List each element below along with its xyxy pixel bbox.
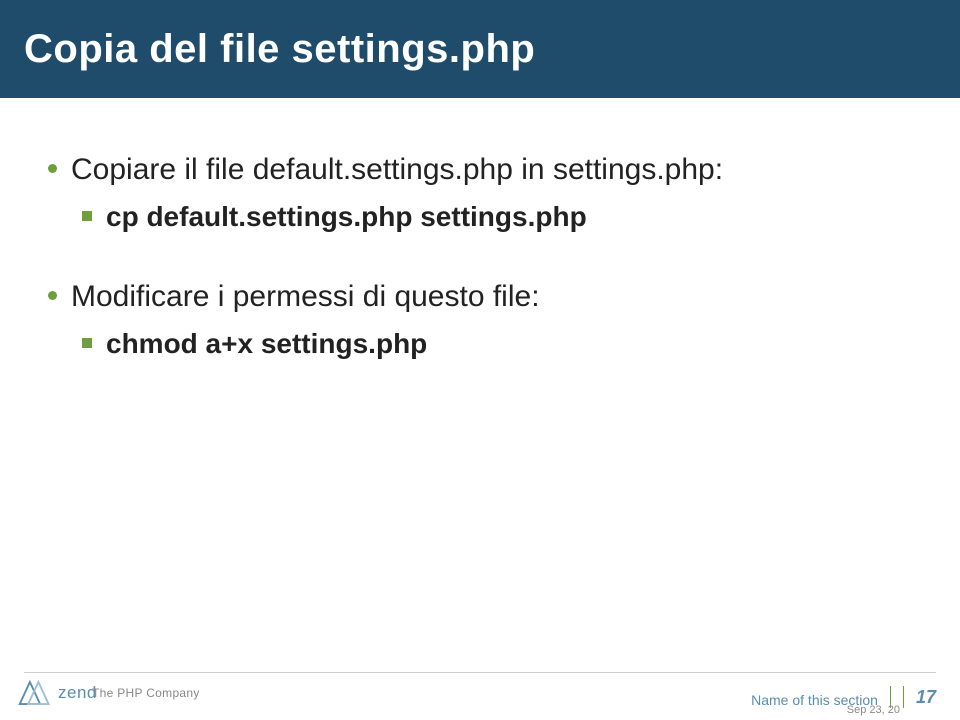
sub-bullet-item: chmod a+x settings.php [82, 326, 900, 362]
footer-divider [903, 686, 904, 708]
sub-bullet-text: chmod a+x settings.php [106, 326, 427, 362]
footer-rule [24, 672, 936, 673]
footer: zend The PHP Company Name of this sectio… [0, 660, 960, 720]
spacer [48, 243, 900, 277]
bullet-text: Modificare i permessi di questo file: [71, 277, 540, 316]
page-number: 17 [916, 687, 936, 708]
footer-date: Sep 23, 20 [847, 704, 900, 716]
bullet-dot-icon [48, 164, 57, 173]
bullet-square-icon [82, 211, 92, 221]
sub-bullet-item: cp default.settings.php settings.php [82, 199, 900, 235]
bullet-dot-icon [48, 291, 57, 300]
content-area: Copiare il file default.settings.php in … [48, 150, 900, 371]
footer-right: Name of this section 17 [751, 686, 936, 708]
sub-bullet-text: cp default.settings.php settings.php [106, 199, 587, 235]
slide: Copia del file settings.php Copiare il f… [0, 0, 960, 720]
slide-title: Copia del file settings.php [24, 27, 535, 72]
brand-logo: zend [18, 678, 97, 708]
title-bar: Copia del file settings.php [0, 0, 960, 98]
bullet-item: Modificare i permessi di questo file: [48, 277, 900, 316]
brand-tagline: The PHP Company [92, 686, 200, 700]
bullet-text: Copiare il file default.settings.php in … [71, 150, 723, 189]
bullet-square-icon [82, 338, 92, 348]
bullet-item: Copiare il file default.settings.php in … [48, 150, 900, 189]
zend-mark-icon [18, 678, 52, 708]
